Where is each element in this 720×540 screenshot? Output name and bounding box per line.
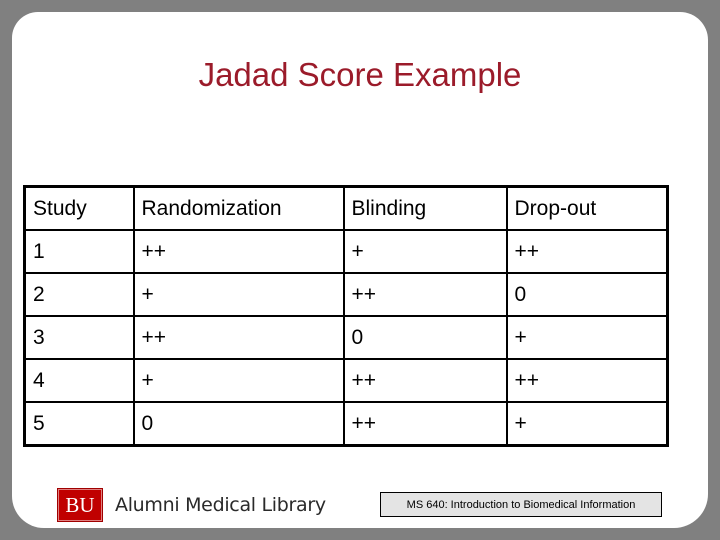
cell-randomization: ++: [132, 315, 345, 360]
table-row: 5 0 ++ +: [23, 401, 669, 447]
cell-randomization: ++: [132, 229, 345, 274]
header-study: Study: [23, 185, 135, 231]
library-logo: BU Alumni Medical Library: [57, 488, 326, 522]
cell-blinding: +: [342, 229, 508, 274]
cell-randomization: 0: [132, 401, 345, 447]
cell-blinding: ++: [342, 358, 508, 403]
slide-title: Jadad Score Example: [198, 56, 522, 93]
cell-study: 1: [23, 229, 135, 274]
bu-logo-icon: BU: [57, 488, 103, 522]
cell-blinding: 0: [342, 315, 508, 360]
course-label: MS 640: Introduction to Biomedical Infor…: [380, 492, 662, 517]
header-drop-out: Drop-out: [505, 185, 669, 231]
cell-drop-out: ++: [505, 229, 669, 274]
table-row: 2 + ++ 0: [23, 272, 669, 317]
table-row: 4 + ++ ++: [23, 358, 669, 403]
table-row: 1 ++ + ++: [23, 229, 669, 274]
cell-study: 5: [23, 401, 135, 447]
cell-drop-out: ++: [505, 358, 669, 403]
cell-study: 2: [23, 272, 135, 317]
jadad-score-table: Study Randomization Blinding Drop-out 1 …: [23, 185, 669, 447]
cell-randomization: +: [132, 358, 345, 403]
table-row: 3 ++ 0 +: [23, 315, 669, 360]
cell-study: 4: [23, 358, 135, 403]
cell-drop-out: +: [505, 315, 669, 360]
header-randomization: Randomization: [132, 185, 345, 231]
table-header-row: Study Randomization Blinding Drop-out: [23, 185, 669, 231]
cell-drop-out: 0: [505, 272, 669, 317]
header-blinding: Blinding: [342, 185, 508, 231]
cell-blinding: ++: [342, 401, 508, 447]
cell-study: 3: [23, 315, 135, 360]
library-name: Alumni Medical Library: [115, 494, 326, 516]
cell-blinding: ++: [342, 272, 508, 317]
cell-randomization: +: [132, 272, 345, 317]
cell-drop-out: +: [505, 401, 669, 447]
